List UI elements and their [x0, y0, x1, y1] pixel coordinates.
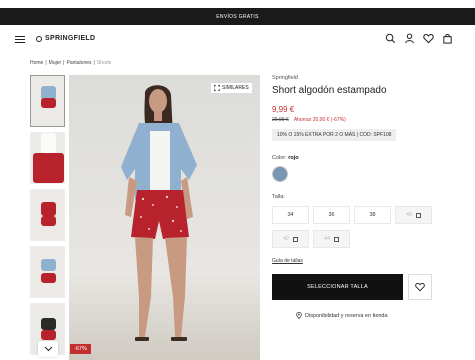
- location-pin-icon: [296, 312, 302, 319]
- heart-icon: [415, 282, 425, 292]
- size-option-44[interactable]: 44: [313, 230, 350, 248]
- size-option-42[interactable]: 42: [272, 230, 309, 248]
- color-label: Color: rojo: [272, 155, 299, 161]
- heart-icon[interactable]: [423, 33, 434, 44]
- size-option-38[interactable]: 38: [354, 206, 391, 224]
- user-icon[interactable]: [404, 33, 415, 44]
- breadcrumb-pantalones[interactable]: Pantalones: [66, 60, 91, 66]
- thumbnail-3[interactable]: [30, 189, 65, 241]
- product-price: 9,99 €: [272, 105, 295, 114]
- store-availability-link[interactable]: Disponibilidad y reserva en tienda: [272, 312, 462, 319]
- discount-badge: -67%: [70, 344, 91, 354]
- thumbnail-1[interactable]: [30, 75, 65, 127]
- breadcrumb-shorts: Shorts: [96, 60, 112, 66]
- color-value: rojo: [288, 155, 299, 161]
- similares-label: SIMILARES: [222, 85, 249, 91]
- main-product-image[interactable]: [69, 75, 260, 360]
- promo-code-badge: 10% O 15% EXTRA POR 2 O MÁS | COD: SPF10…: [272, 129, 397, 141]
- size-label: Talla:: [272, 194, 285, 200]
- product-info: Springfield Short algodón estampado 9,99…: [272, 75, 462, 319]
- breadcrumb-home[interactable]: Home: [30, 60, 43, 66]
- scan-icon: [214, 85, 220, 91]
- product-title: Short algodón estampado: [272, 85, 387, 96]
- thumbnail-2[interactable]: [30, 132, 65, 184]
- menu-icon[interactable]: [15, 36, 25, 43]
- thumbnail-scroll-down-button[interactable]: [38, 341, 58, 357]
- thumbnail-gallery: [30, 75, 65, 360]
- logo-mark-icon: [36, 35, 42, 42]
- brand-logo[interactable]: SPRINGFIELD: [36, 35, 95, 42]
- color-swatch[interactable]: [272, 166, 288, 182]
- site-header: SPRINGFIELD: [0, 25, 475, 55]
- select-size-button[interactable]: SELECCIONAR TALLA: [272, 274, 403, 300]
- promo-topbar: ENVÍOS GRATIS: [0, 8, 475, 25]
- add-to-wishlist-button[interactable]: [408, 274, 432, 300]
- store-availability-text: Disponibilidad y reserva en tienda: [305, 312, 388, 319]
- chevron-down-icon: [44, 346, 52, 352]
- notify-icon: [293, 236, 299, 242]
- breadcrumb-mujer[interactable]: Mujer: [49, 60, 62, 66]
- product-brand: Springfield: [272, 75, 298, 81]
- size-option-36[interactable]: 36: [313, 206, 350, 224]
- size-option-40[interactable]: 40: [395, 206, 432, 224]
- notify-icon: [334, 236, 340, 242]
- model-photo: [121, 85, 197, 341]
- notify-icon: [416, 212, 422, 218]
- price-details: 29,99 € Ahorras 20,00 € (-67%): [272, 117, 462, 123]
- savings-text: Ahorras 20,00 € (-67%): [293, 117, 346, 123]
- size-option-34[interactable]: 34: [272, 206, 309, 224]
- similares-button[interactable]: SIMILARES: [210, 82, 253, 94]
- topbar-text: ENVÍOS GRATIS: [216, 13, 259, 20]
- size-guide-link[interactable]: Guía de tallas: [272, 258, 462, 264]
- breadcrumb: Home | Mujer | Pantalones | Shorts: [30, 60, 112, 66]
- thumbnail-4[interactable]: [30, 246, 65, 298]
- old-price: 29,99 €: [272, 117, 289, 123]
- logo-text: SPRINGFIELD: [45, 35, 96, 42]
- size-selector: 34 36 38 40 42 44: [272, 206, 462, 248]
- bag-icon[interactable]: [442, 33, 453, 44]
- search-icon[interactable]: [385, 33, 396, 44]
